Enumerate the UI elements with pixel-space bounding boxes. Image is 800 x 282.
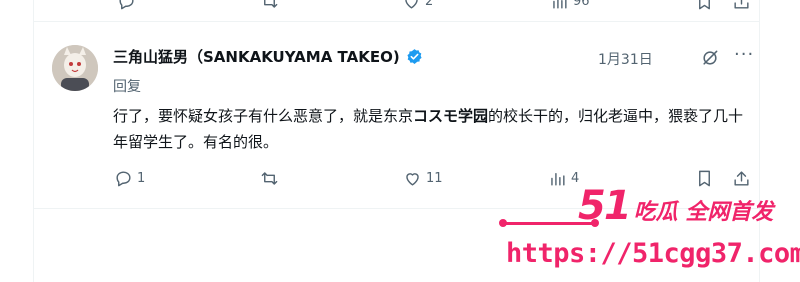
watermark-number: 51	[578, 183, 632, 229]
like-button[interactable]: 11	[403, 169, 443, 188]
tweet-text-part1: 行了，要怀疑女孩子有什么恶意了，就是东京	[113, 107, 414, 125]
verified-badge-icon	[407, 49, 422, 64]
view-count: 96	[573, 0, 590, 9]
reply-button[interactable]: 1	[114, 169, 145, 188]
retweet-button[interactable]	[260, 0, 279, 11]
watermark-logo: 51 吃瓜 全网首发	[578, 186, 773, 226]
reply-icon	[119, 0, 134, 10]
like-button[interactable]: 2	[402, 0, 433, 11]
bookmark-icon	[699, 0, 710, 10]
watermark-url: https://51cgg37.com	[506, 238, 800, 269]
author-row: 三角山猛男（SANKAKUYAMA TAKEO)	[113, 46, 423, 67]
like-count: 11	[426, 171, 443, 186]
watermark-line	[503, 222, 595, 225]
retweet-button[interactable]	[260, 169, 279, 188]
reply-count: 1	[137, 171, 146, 186]
tweet-date[interactable]: 1月31日	[598, 49, 653, 69]
avatar-image	[52, 45, 98, 91]
watermark-dot	[499, 219, 507, 227]
reply-icon	[116, 171, 131, 187]
avatar[interactable]	[52, 45, 98, 91]
heart-icon	[405, 0, 418, 9]
retweet-icon	[264, 0, 278, 8]
previous-tweet-actions: 2 96	[110, 0, 760, 14]
views-button[interactable]: 96	[550, 0, 590, 11]
watermark-title: 吃瓜 全网首发	[633, 200, 774, 225]
bar-chart-icon	[553, 0, 567, 9]
watermark-dot	[591, 219, 599, 227]
more-options-icon[interactable]: ···	[734, 44, 754, 65]
share-button[interactable]	[732, 0, 751, 11]
reply-label: 回复	[113, 79, 141, 95]
like-count: 2	[425, 0, 434, 9]
views-button[interactable]: 4	[548, 169, 579, 188]
tweet-text: 行了，要怀疑女孩子有什么恶意了，就是东京コスモ学园的校长干的，归化老逼中，猥亵了…	[113, 103, 753, 155]
author-name[interactable]: 三角山猛男（SANKAKUYAMA TAKEO)	[113, 46, 400, 67]
share-icon	[734, 0, 749, 9]
tweet-text-bold: コスモ学园	[413, 107, 489, 125]
retweet-icon	[261, 172, 278, 185]
grok-icon[interactable]	[700, 48, 720, 68]
bar-chart-icon	[551, 173, 565, 186]
heart-icon	[406, 173, 419, 186]
bookmark-button[interactable]	[695, 0, 714, 11]
divider	[33, 21, 760, 22]
reply-button[interactable]	[117, 0, 136, 11]
